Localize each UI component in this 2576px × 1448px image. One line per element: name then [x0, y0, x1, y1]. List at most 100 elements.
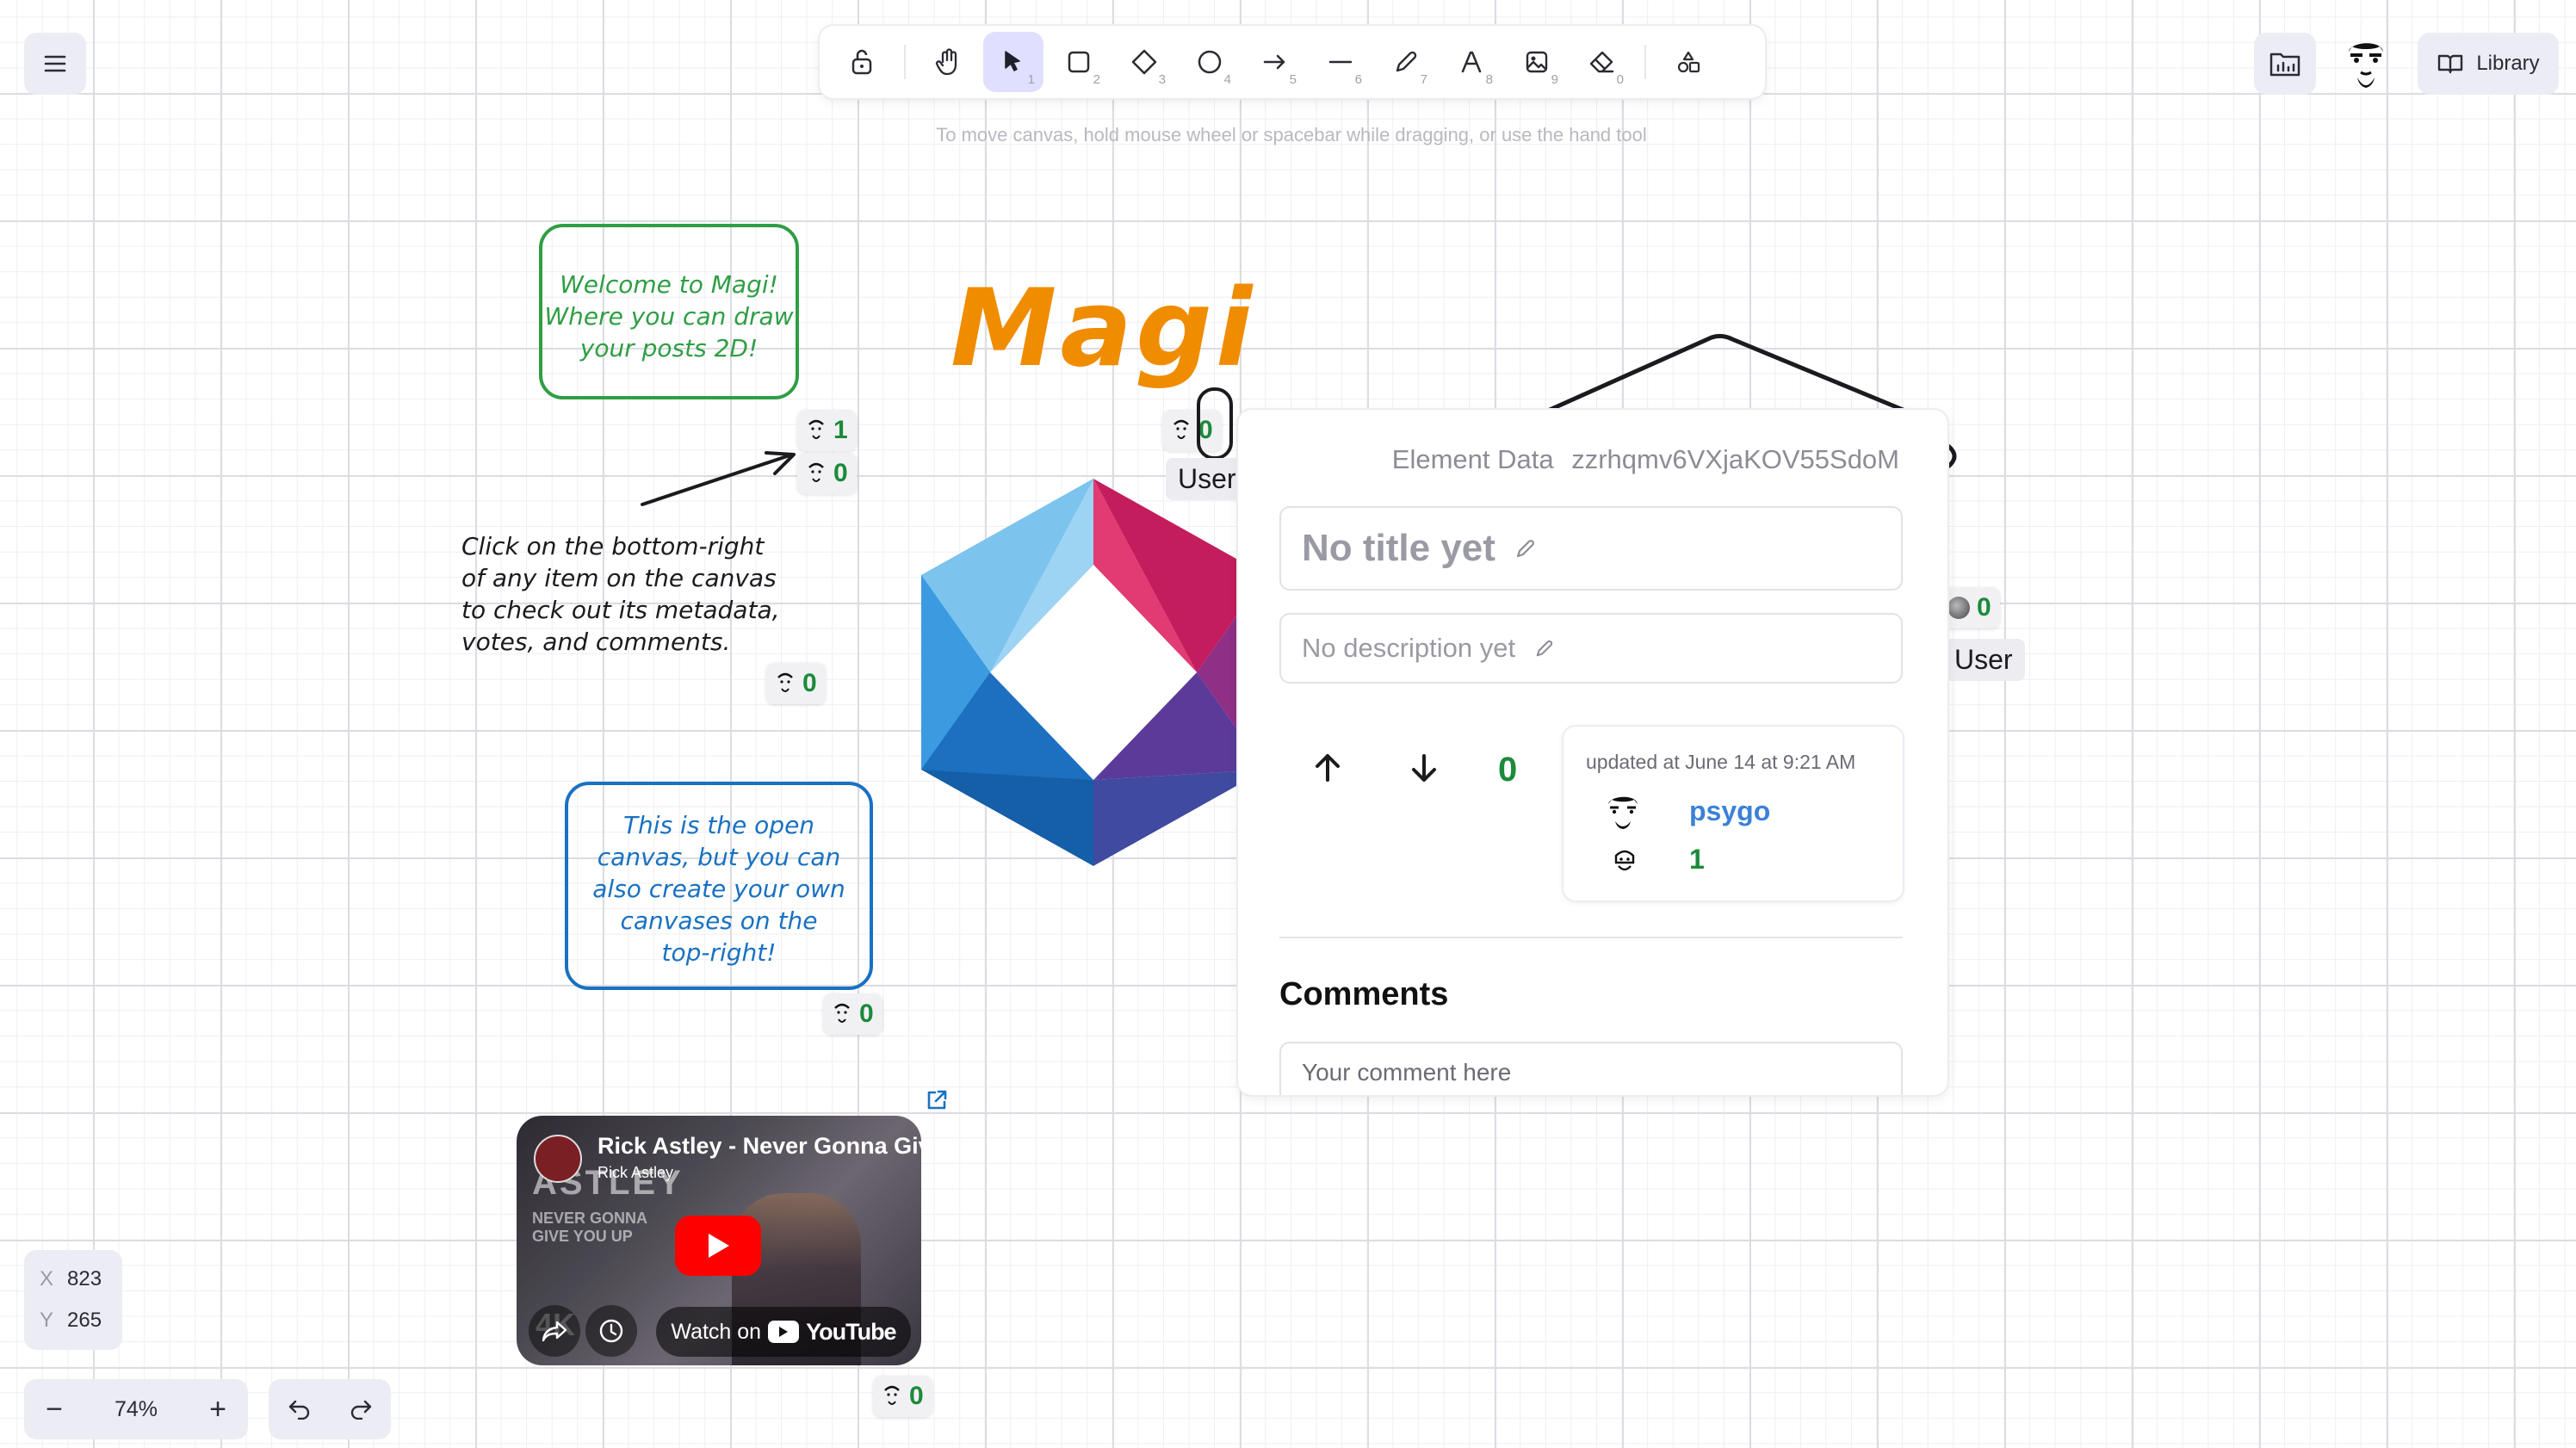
- diamond-tool-button[interactable]: 3: [1114, 32, 1174, 92]
- play-icon: [709, 1234, 729, 1258]
- channel-avatar[interactable]: [534, 1135, 582, 1183]
- open-canvas-note-line: top-right!: [661, 938, 777, 967]
- comments-heading: Comments: [1279, 976, 1449, 1012]
- avatar-face-icon: [834, 1003, 850, 1023]
- avatar-face-icon: [884, 1385, 900, 1405]
- circle-icon: [1198, 50, 1222, 74]
- hand-icon: [935, 48, 957, 76]
- open-canvas-note-line: This is the open: [622, 811, 815, 839]
- minus-icon: −: [46, 1392, 63, 1426]
- rectangle-shortcut: 2: [1093, 72, 1100, 87]
- coordinates-readout: X 823 Y 265: [24, 1250, 122, 1350]
- zoom-level[interactable]: 74%: [84, 1397, 188, 1422]
- watch-later-button[interactable]: [585, 1305, 637, 1357]
- vote-badge[interactable]: 0: [1939, 587, 2000, 628]
- toolbar-divider: [1644, 45, 1646, 79]
- diamond-shortcut: 3: [1158, 72, 1166, 87]
- undo-button[interactable]: [269, 1379, 330, 1439]
- instructions-text[interactable]: Click on the bottom-right of any item on…: [461, 530, 780, 658]
- watch-on-youtube-button[interactable]: Watch on YouTube: [656, 1307, 911, 1357]
- main-menu-button[interactable]: [24, 33, 86, 95]
- vote-badge[interactable]: 0: [873, 1376, 932, 1417]
- undo-icon: [288, 1400, 309, 1420]
- description-placeholder: No description yet: [1302, 633, 1516, 663]
- clock-icon: [599, 1319, 623, 1343]
- welcome-note-line: Where you can draw: [544, 302, 794, 331]
- metadata-card: updated at June 14 at 9:21 AM psygo 1: [1564, 727, 1903, 900]
- vote-count: 0: [859, 999, 874, 1028]
- video-channel[interactable]: Rick Astley: [598, 1164, 673, 1182]
- arrow-tool-button[interactable]: 5: [1245, 32, 1305, 92]
- title-field[interactable]: No title yet: [1279, 506, 1903, 591]
- video-title[interactable]: Rick Astley - Never Gonna Giv: [598, 1133, 921, 1160]
- text-tool-button[interactable]: 8: [1441, 32, 1502, 92]
- vote-badge[interactable]: 0: [823, 993, 882, 1035]
- element-id[interactable]: zzrhqmv6VXjaKOV55SdoM: [1571, 444, 1899, 474]
- draw-tool-button[interactable]: 7: [1376, 32, 1436, 92]
- youtube-brand: YouTube: [806, 1318, 896, 1345]
- upvote-arrow-icon[interactable]: [1310, 751, 1345, 785]
- folder-chart-icon: [2269, 53, 2300, 77]
- pencil-icon[interactable]: [1514, 537, 1537, 560]
- x-value: 823: [67, 1267, 102, 1290]
- description-field[interactable]: No description yet: [1279, 613, 1903, 684]
- line-shortcut: 6: [1354, 72, 1362, 87]
- line-tool-button[interactable]: 6: [1310, 32, 1371, 92]
- welcome-note[interactable]: Welcome to Magi! Where you can draw your…: [539, 224, 799, 399]
- y-label: Y: [40, 1309, 54, 1332]
- external-link-icon[interactable]: [925, 1088, 949, 1112]
- lock-tool-button[interactable]: [832, 32, 892, 92]
- rectangle-tool-button[interactable]: 2: [1049, 32, 1109, 92]
- text-shortcut: 8: [1485, 72, 1493, 87]
- image-icon: [1526, 51, 1548, 73]
- image-tool-button[interactable]: 9: [1507, 32, 1567, 92]
- plus-icon: +: [209, 1392, 226, 1426]
- play-button[interactable]: [675, 1216, 761, 1276]
- arrow-right-icon: [1263, 54, 1285, 70]
- element-data-panel: Element Data zzrhqmv6VXjaKOV55SdoM No ti…: [1238, 410, 1947, 1095]
- canvases-button[interactable]: [2254, 33, 2316, 95]
- rectangle-icon: [1068, 51, 1090, 73]
- author-avatar-icon: [1608, 796, 1638, 829]
- user-avatar[interactable]: [2335, 31, 2397, 96]
- eraser-tool-button[interactable]: 0: [1572, 32, 1632, 92]
- thumb-line: NEVER GONNA: [532, 1210, 648, 1227]
- downvote-arrow-icon[interactable]: [1407, 751, 1441, 785]
- eraser-shortcut: 0: [1616, 72, 1624, 87]
- text-icon: [1461, 51, 1482, 73]
- redo-button[interactable]: [330, 1379, 391, 1439]
- pointer-arrow[interactable]: [637, 442, 809, 511]
- ellipse-shortcut: 4: [1223, 72, 1231, 87]
- share-button[interactable]: [529, 1305, 580, 1357]
- comment-input[interactable]: Your comment here: [1279, 1042, 1903, 1095]
- zoom-out-button[interactable]: −: [24, 1379, 84, 1439]
- author-name[interactable]: psygo: [1689, 795, 1770, 827]
- vote-badge[interactable]: 0: [766, 663, 826, 704]
- youtube-embed[interactable]: ASTLEY NEVER GONNA GIVE YOU UP Rick Astl…: [517, 1116, 921, 1365]
- instructions-line: of any item on the canvas: [461, 564, 777, 592]
- ellipse-tool-button[interactable]: 4: [1180, 32, 1240, 92]
- zoom-in-button[interactable]: +: [188, 1379, 248, 1439]
- avatar-face-icon: [808, 419, 824, 439]
- youtube-logo-icon: [768, 1321, 800, 1343]
- vote-count: 0: [1977, 593, 1991, 622]
- avatar-face-icon: [777, 672, 793, 692]
- pencil-icon[interactable]: [1534, 638, 1555, 659]
- magi-title[interactable]: Magi: [951, 267, 1255, 391]
- library-button[interactable]: Library: [2418, 33, 2559, 95]
- unlock-icon: [851, 49, 872, 75]
- vote-count: 1: [833, 416, 848, 444]
- welcome-note-line: your posts 2D!: [579, 334, 759, 362]
- panel-header: Element Data zzrhqmv6VXjaKOV55SdoM: [1392, 444, 1899, 475]
- share-icon: [542, 1321, 567, 1342]
- toolbar: 1 2 3 4 5 6 7 8 9 0: [820, 26, 1765, 98]
- voter-avatar-icon: [1614, 850, 1635, 871]
- author-vote-count: 1: [1689, 844, 1705, 875]
- book-icon: [2438, 54, 2463, 74]
- image-shortcut: 9: [1551, 72, 1558, 87]
- extra-tools-button[interactable]: [1658, 32, 1718, 92]
- selection-tool-button[interactable]: 1: [983, 32, 1043, 92]
- library-label: Library: [2476, 52, 2540, 75]
- open-canvas-note[interactable]: This is the open canvas, but you can als…: [565, 782, 873, 990]
- hand-tool-button[interactable]: [918, 32, 978, 92]
